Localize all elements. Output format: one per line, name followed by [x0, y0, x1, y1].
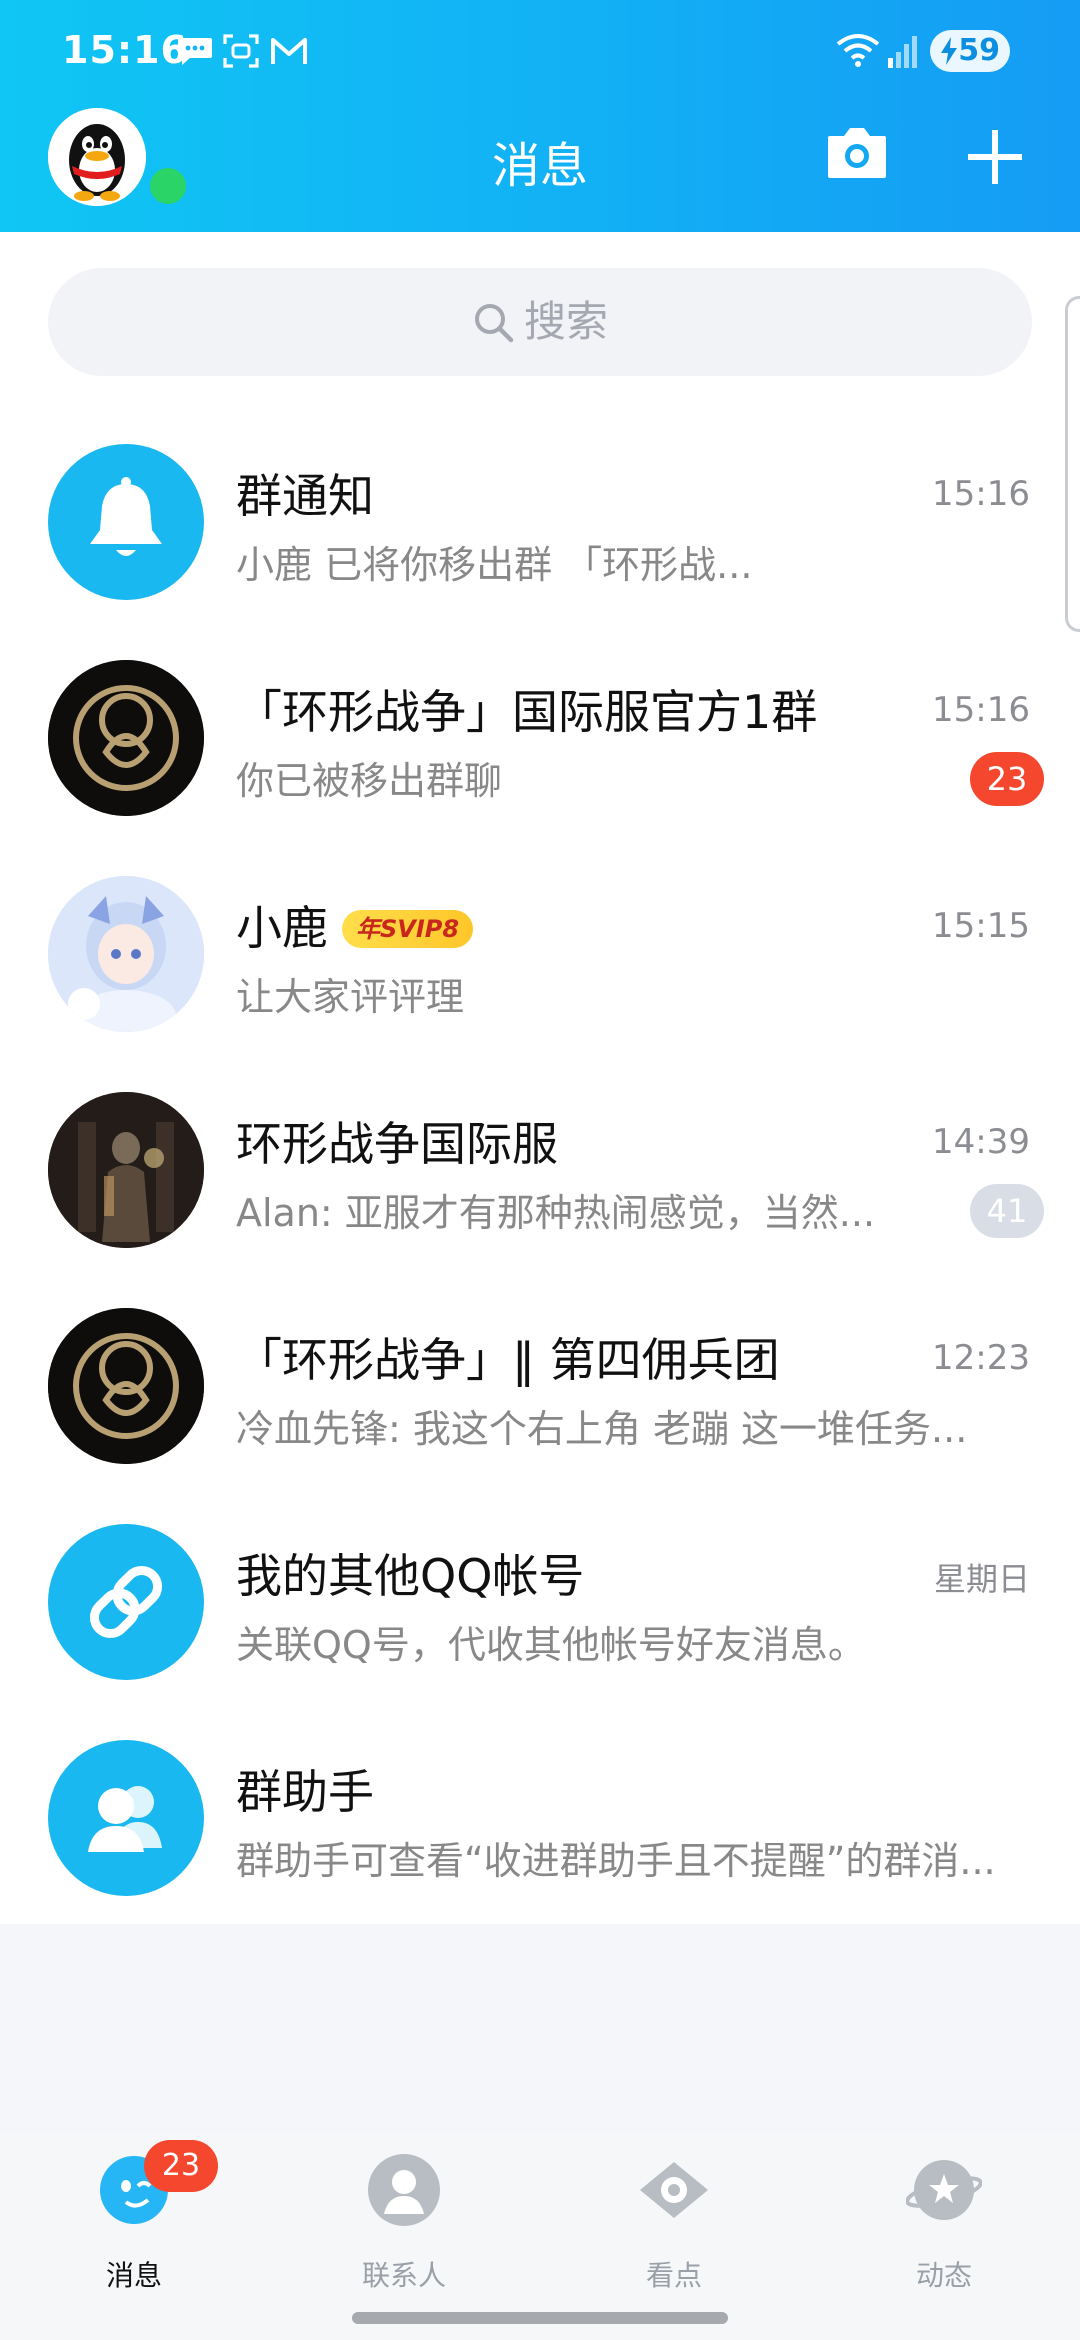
- tab-label: 动态: [915, 2259, 972, 2292]
- charging-bolt-icon: [941, 37, 957, 65]
- contacts-icon: [368, 2154, 440, 2226]
- chat-item-other-qq-accounts[interactable]: 我的其他QQ帐号 关联QQ号，代收其他帐号好友消息。 星期日: [0, 1492, 1080, 1708]
- battery-level: 59: [958, 33, 1000, 68]
- chat-name: 我的其他QQ帐号: [236, 1549, 585, 1603]
- planet-star-icon: [906, 2160, 982, 2220]
- chat-name: 「环形战争」‖ 第四佣兵团: [236, 1333, 780, 1387]
- battery-indicator: 59: [930, 30, 1010, 72]
- tab-label: 看点: [645, 2259, 702, 2292]
- unread-badge: 23: [970, 752, 1044, 806]
- signal-icon: [888, 36, 917, 68]
- chat-name-text: 小鹿: [236, 901, 328, 955]
- knight-avatar: [48, 1092, 204, 1248]
- chat-item-fourth-mercenary[interactable]: 「环形战争」‖ 第四佣兵团 冷血先锋: 我这个右上角 老蹦 这一堆任务... 1…: [0, 1276, 1080, 1492]
- chat-avatar: [48, 1524, 204, 1680]
- chat-avatar: [48, 1092, 204, 1248]
- chat-preview: 冷血先锋: 我这个右上角 老蹦 这一堆任务...: [236, 1407, 968, 1451]
- chat-avatar: [48, 1740, 204, 1896]
- tab-unread-badge: 23: [144, 2140, 218, 2192]
- bottom-tab-bar: 23 消息 联系人 看点 动态: [0, 2132, 1080, 2340]
- chat-time: 15:16: [932, 474, 1030, 514]
- chat-avatar: [48, 876, 204, 1032]
- svip-badge: 年SVIP8: [342, 909, 474, 948]
- chat-name: 群通知: [236, 469, 374, 523]
- chat-preview: Alan: 亚服才有那种热闹感觉，当然...: [236, 1191, 876, 1235]
- ring-logo-icon: [48, 1308, 204, 1464]
- gmail-icon: [271, 38, 307, 64]
- link-icon: [89, 1565, 163, 1639]
- tab-kandian[interactable]: 看点: [574, 2152, 774, 2312]
- chat-item-intl-server[interactable]: 环形战争国际服 Alan: 亚服才有那种热闹感觉，当然... 14:39 41: [0, 1060, 1080, 1276]
- chat-item-group-helper[interactable]: 群助手 群助手可查看“收进群助手且不提醒”的群消...: [0, 1708, 1080, 1924]
- top-header: 15:16 59 消息: [0, 0, 1080, 232]
- tab-messages[interactable]: 23 消息: [34, 2140, 234, 2312]
- chat-name: 环形战争国际服: [236, 1117, 558, 1171]
- ring-logo-icon: [48, 660, 204, 816]
- unread-badge-muted: 41: [970, 1184, 1044, 1238]
- chat-preview: 群助手可查看“收进群助手且不提醒”的群消...: [236, 1839, 996, 1883]
- group-helper-icon: [88, 1786, 162, 1852]
- camera-icon[interactable]: [826, 124, 888, 182]
- chat-name: 群助手: [236, 1765, 374, 1819]
- search-placeholder: 搜索: [523, 297, 608, 346]
- chat-name: 「环形战争」国际服官方1群: [236, 685, 818, 739]
- chat-avatar: [48, 660, 204, 816]
- status-bar: 15:16 59: [0, 0, 1080, 110]
- scan-icon: [223, 34, 259, 68]
- chat-time: 15:16: [932, 690, 1030, 730]
- eye-icon: [640, 2162, 708, 2218]
- add-icon[interactable]: [964, 126, 1026, 188]
- chat-time: 星期日: [933, 1560, 1030, 1598]
- anime-girl-avatar: [48, 876, 204, 1032]
- chat-preview: 关联QQ号，代收其他帐号好友消息。: [236, 1623, 866, 1667]
- status-time: 15:16: [62, 28, 188, 72]
- chat-preview: 让大家评评理: [236, 975, 465, 1019]
- chat-time: 15:15: [932, 906, 1030, 946]
- wifi-icon: [836, 34, 880, 67]
- chat-item-group-notice[interactable]: 群通知 小鹿 已将你移出群 「环形战... 15:16: [0, 412, 1080, 628]
- search-bar[interactable]: 搜索: [48, 268, 1032, 376]
- page-title: 消息: [491, 138, 588, 194]
- chat-preview: 你已被移出群聊: [236, 759, 503, 803]
- chat-time: 14:39: [932, 1122, 1030, 1162]
- chat-preview: 小鹿 已将你移出群 「环形战...: [236, 543, 753, 587]
- chat-avatar: [48, 444, 204, 600]
- tab-label: 消息: [105, 2259, 162, 2292]
- tab-label: 联系人: [361, 2259, 446, 2292]
- tab-contacts[interactable]: 联系人: [304, 2152, 504, 2312]
- chat-avatar: [48, 1308, 204, 1464]
- chat-item-xiaolu[interactable]: 小鹿 年SVIP8 让大家评评理 15:15: [0, 844, 1080, 1060]
- chat-item-official-group-1[interactable]: 「环形战争」国际服官方1群 你已被移出群聊 15:16 23: [0, 628, 1080, 844]
- search-icon: [474, 303, 514, 342]
- home-indicator[interactable]: [352, 2312, 728, 2324]
- chat-name: 小鹿 年SVIP8: [236, 892, 474, 958]
- scrollbar[interactable]: [1065, 296, 1080, 632]
- chat-time: 12:23: [932, 1338, 1030, 1378]
- message-list-panel: 搜索 群通知 小鹿 已将你移出群 「环形战... 15:16 「环形战争」国际服…: [0, 232, 1080, 1924]
- tab-feed[interactable]: 动态: [844, 2152, 1044, 2312]
- chat-bubble-icon: [178, 38, 212, 65]
- bell-icon: [90, 477, 162, 556]
